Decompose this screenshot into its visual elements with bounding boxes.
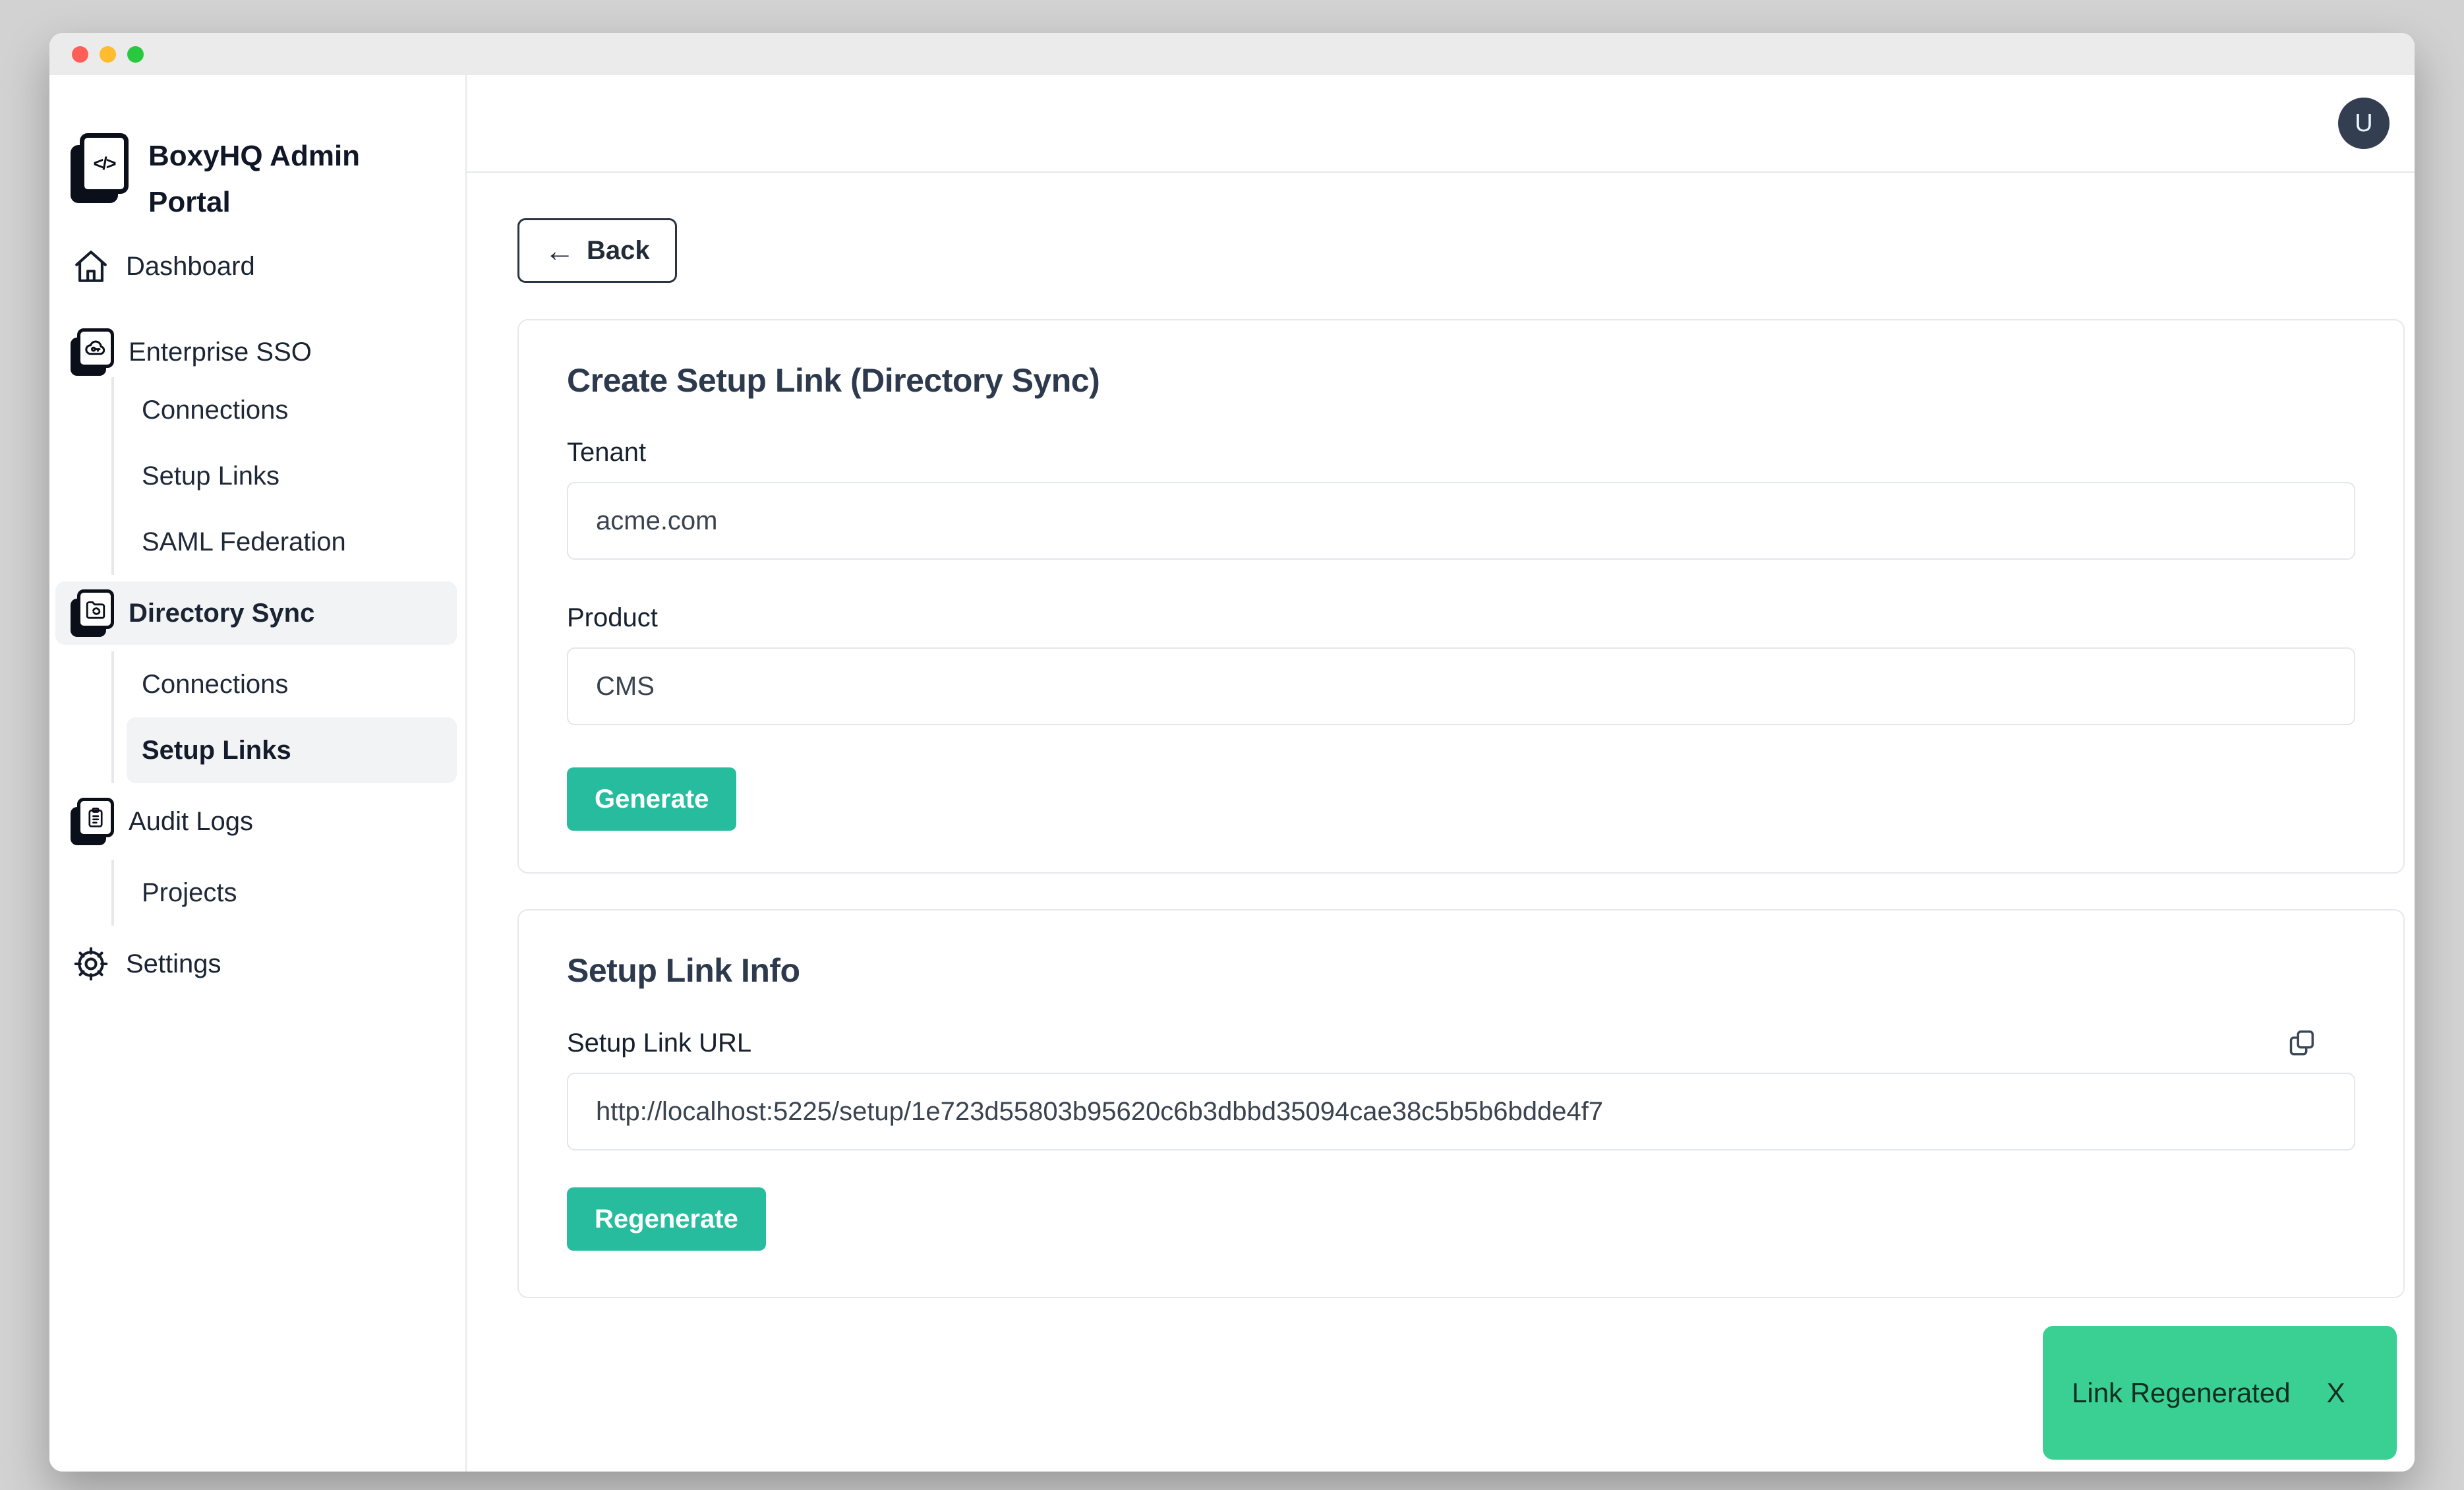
setup-link-url-label: Setup Link URL [567, 1028, 751, 1058]
enterprise-sso-icon [71, 328, 114, 376]
close-window-button[interactable] [72, 46, 88, 63]
toast-notification: Link Regenerated X [2043, 1326, 2397, 1460]
user-avatar[interactable]: U [2338, 98, 2390, 149]
maximize-window-button[interactable] [127, 46, 144, 63]
app-logo: </> BoxyHQ Admin Portal [71, 133, 440, 225]
generate-button[interactable]: Generate [567, 767, 736, 831]
sidebar: </> BoxyHQ Admin Portal Dashboard [49, 75, 467, 1472]
boxyhq-logo-icon: </> [71, 133, 129, 203]
toast-close-button[interactable]: X [2327, 1377, 2345, 1409]
card-title: Setup Link Info [567, 951, 2355, 990]
audit-logs-subnav: Projects [111, 860, 465, 926]
sidebar-item-saml-federation[interactable]: SAML Federation [114, 509, 465, 575]
sidebar-item-projects[interactable]: Projects [114, 860, 465, 926]
tenant-label: Tenant [567, 438, 2355, 467]
card-title: Create Setup Link (Directory Sync) [567, 361, 2355, 400]
app-window: </> BoxyHQ Admin Portal Dashboard [49, 33, 2415, 1472]
sidebar-item-sso-setup-links[interactable]: Setup Links [114, 443, 465, 509]
sidebar-item-label: Audit Logs [129, 807, 253, 837]
sidebar-item-label: Dashboard [126, 252, 255, 282]
enterprise-sso-subnav: Connections Setup Links SAML Federation [111, 377, 465, 575]
sidebar-item-dashboard[interactable]: Dashboard [55, 235, 457, 298]
directory-sync-subnav: Connections Setup Links [111, 651, 465, 783]
copy-icon [2287, 1028, 2317, 1058]
sidebar-item-directory-sync[interactable]: Directory Sync [55, 581, 457, 645]
window-titlebar [49, 33, 2415, 75]
toast-message: Link Regenerated [2072, 1377, 2291, 1409]
sidebar-item-settings[interactable]: Settings [55, 932, 457, 996]
sidebar-item-label: Enterprise SSO [129, 338, 312, 367]
copy-button[interactable] [2287, 1028, 2317, 1058]
sidebar-item-label: Directory Sync [129, 599, 314, 628]
sidebar-item-dsync-setup-links[interactable]: Setup Links [127, 717, 457, 783]
main-area: U ← Back Create Setup Link (Directory Sy… [467, 75, 2415, 1472]
top-header: U [467, 75, 2415, 173]
sidebar-item-enterprise-sso[interactable]: Enterprise SSO [55, 320, 457, 384]
page-content: ← Back Create Setup Link (Directory Sync… [467, 173, 2415, 1472]
sidebar-item-dsync-connections[interactable]: Connections [114, 651, 465, 717]
app-title: BoxyHQ Admin Portal [148, 133, 386, 225]
create-setup-link-card: Create Setup Link (Directory Sync) Tenan… [517, 319, 2405, 874]
regenerate-button[interactable]: Regenerate [567, 1187, 766, 1251]
setup-link-info-card: Setup Link Info Setup Link URL [517, 909, 2405, 1298]
setup-link-url-input[interactable] [567, 1073, 2355, 1150]
gear-icon [71, 943, 111, 984]
directory-sync-icon [71, 589, 114, 637]
sidebar-item-audit-logs[interactable]: Audit Logs [55, 790, 457, 853]
product-input[interactable] [567, 647, 2355, 725]
minimize-window-button[interactable] [100, 46, 116, 63]
product-label: Product [567, 603, 2355, 633]
home-icon [71, 246, 111, 287]
arrow-left-icon: ← [544, 235, 575, 266]
back-button[interactable]: ← Back [517, 218, 677, 283]
sidebar-item-sso-connections[interactable]: Connections [114, 377, 465, 443]
audit-logs-icon [71, 798, 114, 845]
sidebar-item-label: Settings [126, 949, 221, 979]
tenant-input[interactable] [567, 482, 2355, 560]
